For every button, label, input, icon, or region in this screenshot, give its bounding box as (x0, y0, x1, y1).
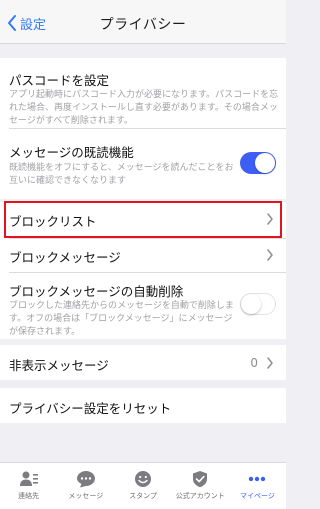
auto-delete-description: ブロックした連絡先からのメッセージを自動で削除します。オフの場合は「ブロックメッ… (9, 301, 234, 337)
toggle-knob (241, 294, 261, 314)
tab-label: 連絡先 (18, 492, 40, 500)
settings-group-security: パスコードを設定 アプリ起動時にパスコード入力が必要になります。パスコードを忘れ… (0, 58, 286, 199)
block-list-title: ブロックリスト (9, 214, 97, 229)
read-receipt-toggle[interactable] (240, 152, 276, 174)
auto-delete-toggle[interactable] (240, 293, 276, 315)
tab-label: スタンプ (129, 492, 157, 500)
read-receipt-row: メッセージの既読機能 既読機能をオフにすると、メッセージを読んだことをお互いに確… (0, 129, 286, 199)
block-messages-title: ブロックメッセージ (9, 250, 121, 265)
shield-check-icon (193, 471, 208, 488)
chat-bubble-icon (76, 471, 95, 488)
read-receipt-title: メッセージの既読機能 (9, 145, 134, 160)
passcode-title: パスコードを設定 (9, 73, 110, 88)
settings-group-block: ブロックリスト ブロックメッセージ ブロックメッセージの自動削除 ブロックした連… (0, 202, 286, 339)
tab-official-accounts[interactable]: 公式アカウント (172, 463, 229, 509)
hidden-messages-title: 非表示メッセージ (9, 358, 109, 373)
block-list-row[interactable]: ブロックリスト (0, 202, 286, 235)
reset-privacy-row[interactable]: プライバシー設定をリセット (0, 388, 286, 423)
tab-contacts[interactable]: 連絡先 (0, 463, 57, 509)
tab-bar: 連絡先 メッセージ スタンプ 公式アカウント マイページ (0, 462, 286, 509)
hidden-messages-count: 0 (250, 356, 258, 370)
chevron-right-icon (267, 213, 273, 225)
settings-group-reset: プライバシー設定をリセット (0, 388, 286, 423)
tab-stamps[interactable]: スタンプ (114, 463, 171, 509)
chevron-right-icon (267, 357, 273, 369)
toggle-knob (255, 153, 275, 173)
navigation-bar: 設定 プライバシー (0, 0, 286, 44)
tab-label: マイページ (239, 492, 275, 500)
read-receipt-description: 既読機能をオフにすると、メッセージを読んだことをお互いに確認できなくなります (9, 163, 234, 186)
block-messages-row[interactable]: ブロックメッセージ (0, 239, 286, 272)
more-dots-icon (249, 476, 266, 482)
chevron-right-icon (267, 249, 273, 261)
tab-label: メッセージ (68, 492, 104, 500)
smiley-icon (135, 471, 151, 487)
contacts-icon (19, 471, 38, 486)
reset-privacy-title: プライバシー設定をリセット (9, 401, 172, 416)
page-title: プライバシー (99, 17, 187, 33)
hidden-messages-row[interactable]: 非表示メッセージ 0 (0, 345, 286, 380)
tab-mypage[interactable]: マイページ (229, 463, 286, 509)
passcode-row[interactable]: パスコードを設定 アプリ起動時にパスコード入力が必要になります。パスコードを忘れ… (0, 58, 286, 128)
auto-delete-title: ブロックメッセージの自動削除 (9, 284, 184, 299)
passcode-description: アプリ起動時にパスコード入力が必要になります。パスコードを忘れた場合、再度インス… (9, 90, 279, 126)
settings-group-hidden: 非表示メッセージ 0 (0, 345, 286, 380)
tab-messages[interactable]: メッセージ (57, 463, 114, 509)
tab-label: 公式アカウント (175, 492, 225, 500)
auto-delete-row: ブロックメッセージの自動削除 ブロックした連絡先からのメッセージを自動で削除しま… (0, 273, 286, 339)
